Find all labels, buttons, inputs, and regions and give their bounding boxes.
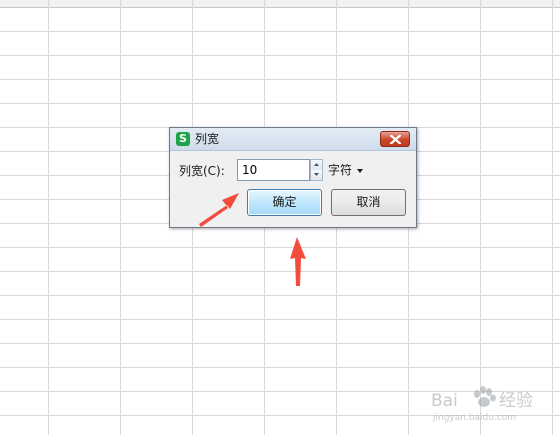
grid-row-line: [0, 271, 560, 272]
close-icon: [390, 135, 401, 144]
grid-column-line: [120, 0, 121, 435]
grid-row-line: [0, 319, 560, 320]
grid-row-line: [0, 55, 560, 56]
grid-column-line: [480, 0, 481, 435]
caret-down-icon: [356, 168, 363, 173]
grid-row-line: [0, 79, 560, 80]
wps-spreadsheet-icon: S: [176, 132, 190, 146]
baidu-watermark: Bai 经验 jingyan.baidu.com: [425, 376, 550, 426]
unit-dropdown-label: 字符: [328, 163, 353, 177]
svg-text:Bai: Bai: [431, 391, 458, 411]
column-width-input[interactable]: [237, 159, 310, 181]
grid-row-line: [0, 31, 560, 32]
spin-up-icon: [314, 163, 319, 166]
dialog-title: 列宽: [195, 132, 220, 146]
baidu-paw-logo-icon: Bai 经验 jingyan.baidu.com: [431, 386, 533, 423]
grid-row-line: [0, 247, 560, 248]
grid-column-line: [48, 0, 49, 435]
grid-row-line: [0, 367, 560, 368]
grid-row-line: [0, 295, 560, 296]
spreadsheet-window: S 列宽 列宽(C): 字符: [0, 0, 560, 435]
unit-dropdown[interactable]: 字符: [328, 162, 363, 178]
grid-row-line: [0, 343, 560, 344]
grid-column-line: [552, 0, 553, 435]
spin-down-icon: [314, 173, 319, 176]
column-width-dialog: S 列宽 列宽(C): 字符: [169, 127, 417, 228]
column-width-spinner: [310, 159, 323, 181]
spin-down-button[interactable]: [311, 170, 322, 180]
column-header-strip: [0, 0, 560, 8]
grid-row-line: [0, 103, 560, 104]
dialog-titlebar[interactable]: S 列宽: [170, 128, 416, 151]
close-button[interactable]: [380, 131, 410, 147]
column-width-label: 列宽(C):: [179, 164, 225, 178]
cancel-button[interactable]: 取消: [331, 189, 406, 216]
ok-button[interactable]: 确定: [247, 189, 322, 216]
watermark-url: jingyan.baidu.com: [432, 413, 516, 423]
svg-text:经验: 经验: [499, 391, 533, 411]
